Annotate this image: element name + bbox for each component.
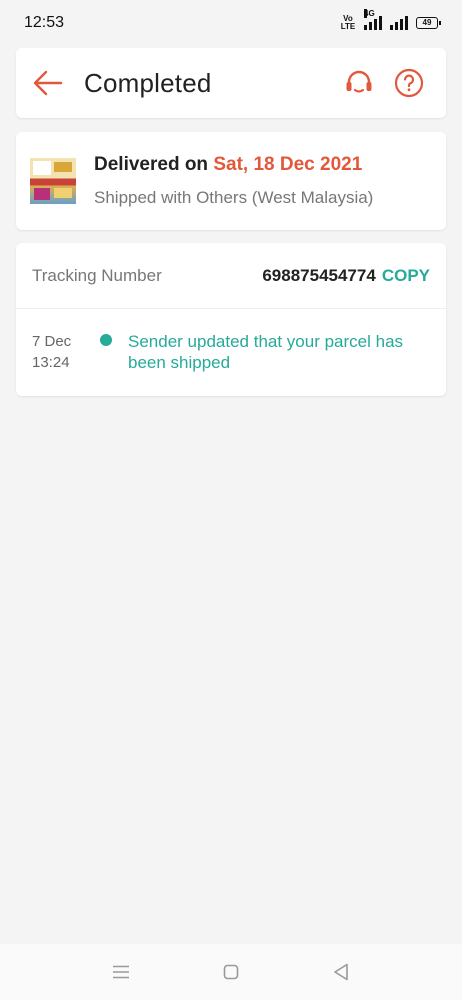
menu-icon	[113, 965, 129, 979]
support-button[interactable]	[334, 48, 384, 118]
status-bar: 12:53 Vo LTE 4G 49	[0, 0, 462, 46]
delivered-date: Sat, 18 Dec 2021	[213, 154, 363, 175]
question-circle-icon	[394, 68, 424, 98]
page-title: Completed	[84, 67, 212, 98]
signal-4g-icon: 4G	[364, 9, 382, 30]
signal-icon	[390, 16, 408, 30]
arrow-left-icon	[33, 70, 63, 96]
tracking-number: 698875454774	[262, 265, 376, 285]
system-nav-bar	[0, 944, 462, 1000]
header-bar: Completed	[16, 48, 446, 118]
back-button[interactable]	[18, 48, 78, 118]
event-time: 13:24	[32, 354, 70, 371]
nav-back-button[interactable]	[286, 944, 396, 1000]
delivery-card[interactable]: Delivered on Sat, 18 Dec 2021 Shipped wi…	[16, 132, 446, 230]
battery-icon: 49	[416, 17, 441, 29]
tracking-number-row: Tracking Number 698875454774 COPY	[16, 243, 446, 309]
product-thumbnail	[30, 158, 76, 204]
nav-home-button[interactable]	[176, 944, 286, 1000]
volte-icon: Vo LTE	[340, 14, 356, 31]
delivery-info: Delivered on Sat, 18 Dec 2021 Shipped wi…	[94, 154, 373, 208]
delivered-status: Delivered on Sat, 18 Dec 2021	[94, 154, 363, 175]
copy-button[interactable]: COPY	[382, 266, 430, 286]
help-button[interactable]	[384, 48, 434, 118]
back-triangle-icon	[334, 963, 348, 981]
nav-menu-button[interactable]	[66, 944, 176, 1000]
shipping-method: Shipped with Others (West Malaysia)	[94, 188, 374, 207]
tracking-label: Tracking Number	[32, 265, 162, 285]
headset-icon	[346, 70, 372, 93]
tracking-event: 7 Dec 13:24 Sender updated that your par…	[16, 309, 446, 373]
tracking-card: Tracking Number 698875454774 COPY 7 Dec …	[16, 243, 446, 396]
home-square-icon	[223, 964, 239, 980]
timeline-dot-icon	[100, 334, 112, 346]
event-date: 7 Dec	[32, 333, 72, 350]
status-time: 12:53	[24, 14, 65, 31]
status-icons: Vo LTE 4G 49	[340, 9, 441, 31]
event-description: Sender updated that your parcel has been…	[128, 332, 404, 372]
event-timestamp: 7 Dec 13:24	[32, 331, 100, 373]
